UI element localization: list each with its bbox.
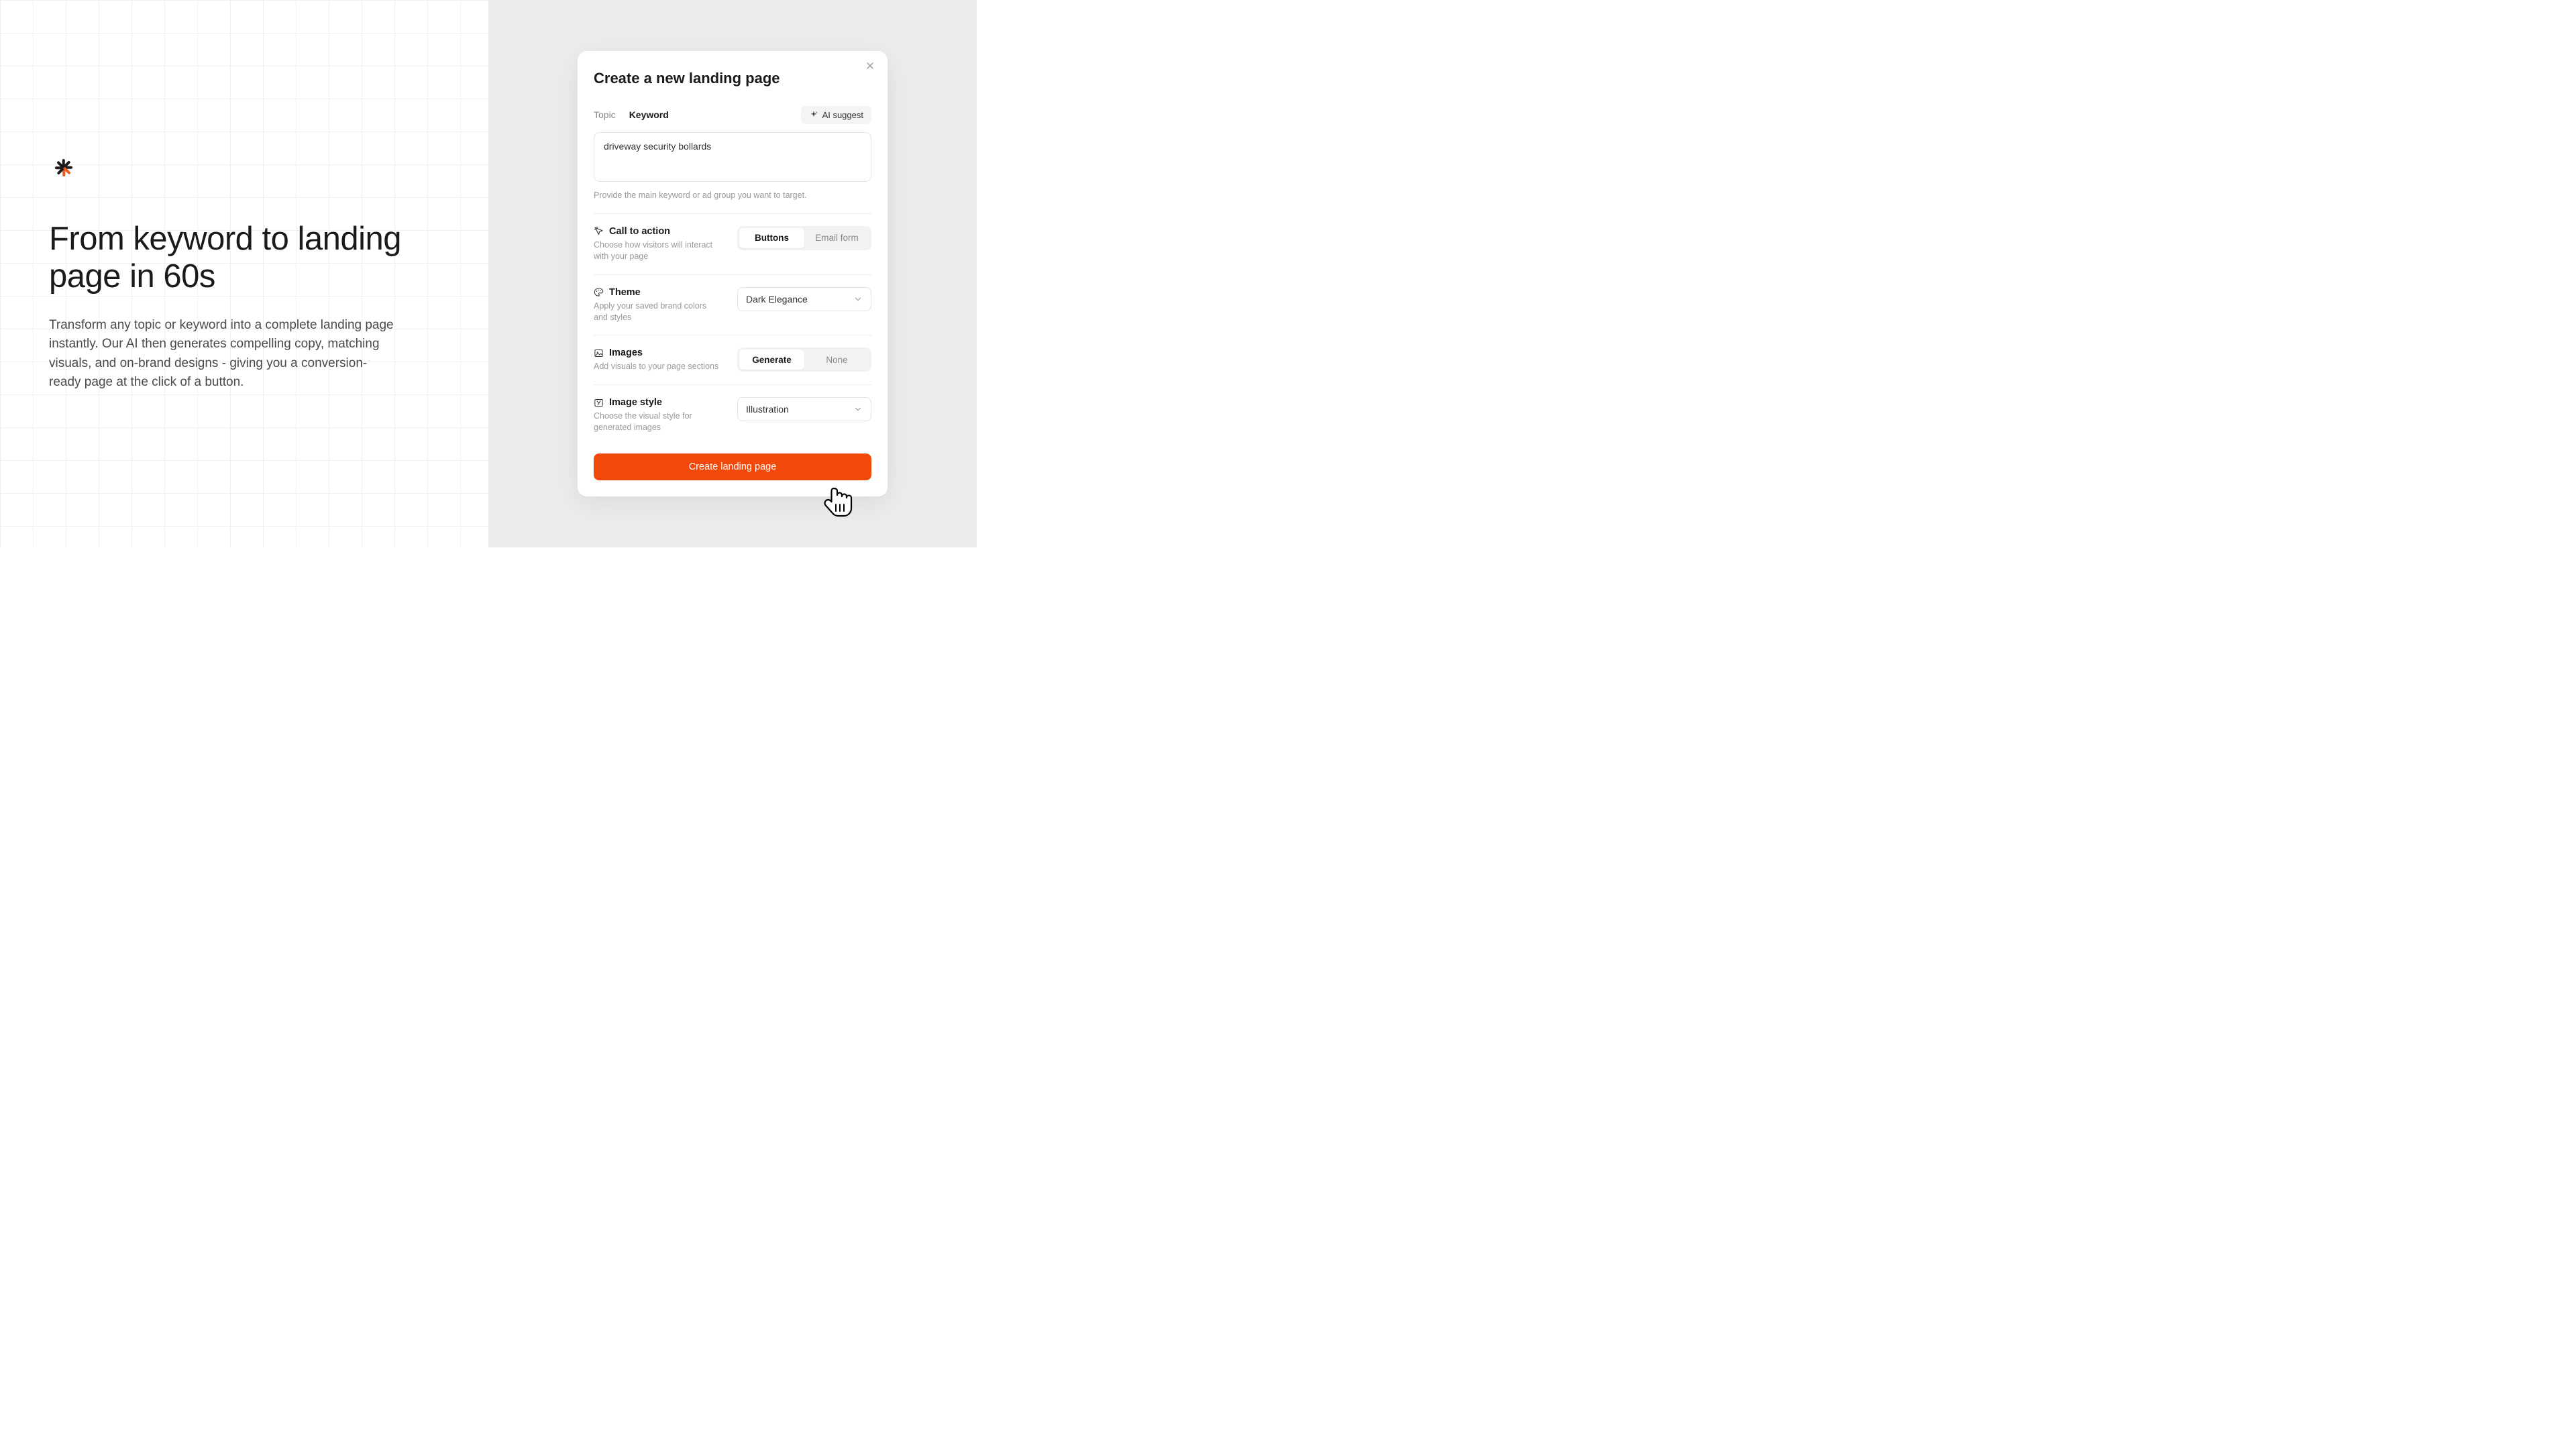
image-style-label: Image style <box>609 397 662 408</box>
preview-panel: Create a new landing page Topic Keyword … <box>488 0 977 547</box>
images-label: Images <box>609 347 643 358</box>
theme-selected: Dark Elegance <box>746 294 808 305</box>
image-style-desc: Choose the visual style for generated im… <box>594 411 721 433</box>
image-style-icon <box>594 398 604 408</box>
cta-label: Call to action <box>609 226 670 237</box>
hero-panel: From keyword to landing page in 60s Tran… <box>0 0 488 547</box>
input-mode-tabs: Topic Keyword <box>594 109 669 120</box>
create-landing-page-button[interactable]: Create landing page <box>594 453 871 480</box>
cta-opt-email[interactable]: Email form <box>804 228 869 248</box>
images-opt-generate[interactable]: Generate <box>739 350 804 370</box>
theme-select[interactable]: Dark Elegance <box>737 287 871 311</box>
tab-keyword[interactable]: Keyword <box>629 109 669 120</box>
tab-topic[interactable]: Topic <box>594 109 616 120</box>
images-desc: Add visuals to your page sections <box>594 361 721 372</box>
ai-suggest-button[interactable]: AI suggest <box>801 106 871 124</box>
spinner-icon <box>49 168 78 197</box>
hero-body: Transform any topic or keyword into a co… <box>49 316 398 392</box>
chevron-down-icon <box>853 294 863 304</box>
image-icon <box>594 348 604 358</box>
sparkle-icon <box>809 110 818 119</box>
images-opt-none[interactable]: None <box>804 350 869 370</box>
keyword-helper: Provide the main keyword or ad group you… <box>594 191 871 200</box>
image-style-select[interactable]: Illustration <box>737 397 871 421</box>
modal-title: Create a new landing page <box>594 70 871 87</box>
cta-opt-buttons[interactable]: Buttons <box>739 228 804 248</box>
hero-heading: From keyword to landing page in 60s <box>49 220 425 296</box>
theme-label: Theme <box>609 287 641 298</box>
create-landing-page-modal: Create a new landing page Topic Keyword … <box>578 51 888 496</box>
close-icon <box>865 60 875 71</box>
cursor-click-icon <box>594 226 604 236</box>
ai-suggest-label: AI suggest <box>822 110 863 120</box>
cta-segmented: Buttons Email form <box>737 226 871 250</box>
image-style-selected: Illustration <box>746 404 789 415</box>
theme-desc: Apply your saved brand colors and styles <box>594 301 721 323</box>
chevron-down-icon <box>853 405 863 414</box>
keyword-input[interactable] <box>594 132 871 182</box>
close-button[interactable] <box>865 60 878 74</box>
images-segmented: Generate None <box>737 347 871 372</box>
palette-icon <box>594 287 604 297</box>
cta-desc: Choose how visitors will interact with y… <box>594 239 721 262</box>
